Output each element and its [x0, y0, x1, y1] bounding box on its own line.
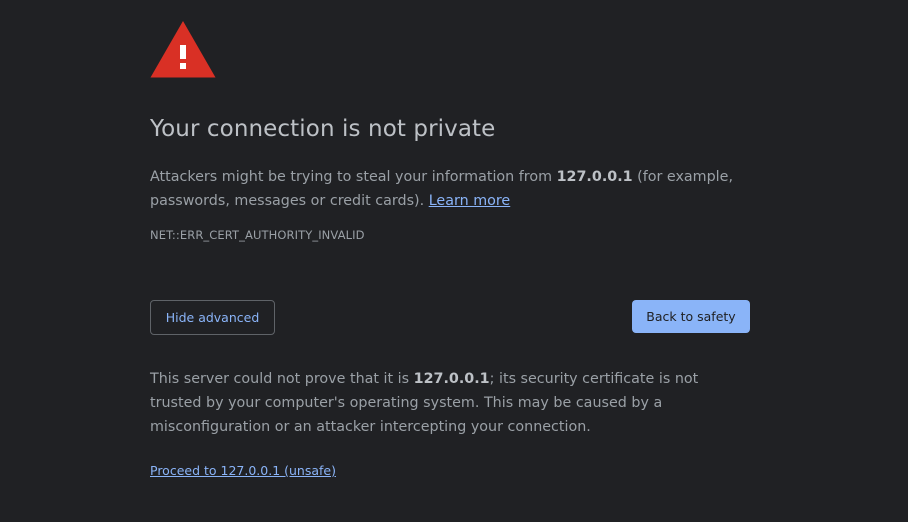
- advanced-details: This server could not prove that it is 1…: [150, 367, 750, 439]
- warning-triangle-icon: [150, 21, 216, 78]
- proceed-unsafe-link[interactable]: Proceed to 127.0.0.1 (unsafe): [150, 463, 336, 478]
- warning-description: Attackers might be trying to steal your …: [150, 165, 750, 213]
- learn-more-link[interactable]: Learn more: [429, 193, 511, 209]
- details-host-name: 127.0.0.1: [413, 371, 490, 387]
- details-text: This server could not prove that it is: [150, 371, 414, 387]
- back-to-safety-button[interactable]: Back to safety: [632, 300, 750, 333]
- error-code: NET::ERR_CERT_AUTHORITY_INVALID: [150, 228, 365, 242]
- description-text: Attackers might be trying to steal your …: [150, 169, 557, 185]
- host-name: 127.0.0.1: [556, 169, 633, 185]
- hide-advanced-button[interactable]: Hide advanced: [150, 300, 275, 335]
- interstitial-page: Your connection is not private Attackers…: [150, 0, 750, 522]
- page-title: Your connection is not private: [150, 116, 496, 142]
